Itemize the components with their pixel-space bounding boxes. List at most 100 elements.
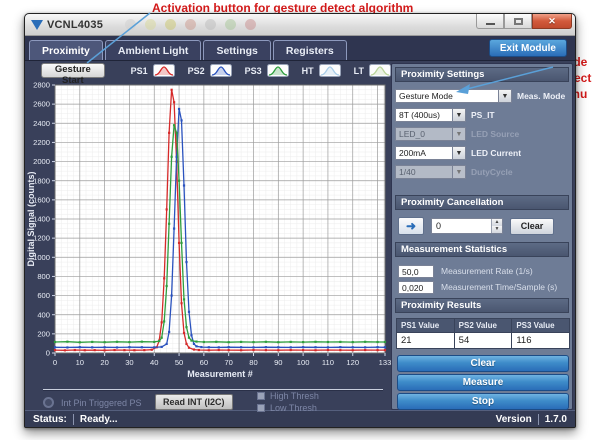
legend-label: PS2 [188,66,205,76]
window-controls: ✕ [476,14,572,29]
svg-text:60: 60 [200,358,208,367]
duty-cycle-row: 1/40▼ DutyCycle [395,162,571,181]
svg-text:50: 50 [175,358,183,367]
proximity-results-header: Proximity Results [395,298,569,313]
legend-label: HT [302,66,314,76]
clear-button[interactable]: Clear [397,355,569,372]
svg-text:40: 40 [150,358,158,367]
svg-text:100: 100 [297,358,310,367]
svg-text:0: 0 [53,358,57,367]
results-value-ps1: 21 [397,333,454,348]
cancellation-spinner[interactable]: 0 ▲▼ [431,218,503,234]
read-int-button[interactable]: Read INT (I2C) [155,394,233,410]
ps-it-label: PS_IT [471,110,495,120]
titlebar: VCNL4035 ✕ [25,14,575,36]
ps-it-dropdown-arrow-icon[interactable]: ▼ [453,108,466,122]
int-pin-triggered-label: Int Pin Triggered PS [61,398,142,408]
proximity-settings-rows: Gesture Mode▼Meas. Mode8T (400us)▼PS_ITL… [395,86,571,181]
svg-text:2400: 2400 [33,119,50,128]
led-source-dropdown-arrow-icon: ▼ [453,127,466,141]
svg-text:30: 30 [125,358,133,367]
legend-item-ps3: PS3 [245,64,289,77]
signal-chart: 0200400600800100012001400160018002000220… [25,79,393,383]
measurement-rate-value: 50,0 [398,265,434,278]
tab-bar: ProximityAmbient LightSettingsRegisters … [25,36,575,61]
cancellation-row: ➜ 0 ▲▼ Clear [398,216,554,236]
legend-item-lt: LT [354,64,391,77]
svg-text:80: 80 [249,358,257,367]
measurement-rate-label: Measurement Rate (1/s) [441,266,533,276]
minimize-button[interactable] [476,14,504,29]
maximize-button[interactable] [504,14,532,29]
svg-text:2800: 2800 [33,81,50,90]
proximity-cancellation-header: Proximity Cancellation [395,195,569,210]
legend-item-ht: HT [302,64,341,77]
tab-settings[interactable]: Settings [203,40,270,60]
low-thresh-label: Low Thresh [270,403,317,413]
high-thresh-row: High Thresh [257,391,319,401]
proximity-settings-header: Proximity Settings [395,67,569,82]
cancellation-clear-button[interactable]: Clear [510,218,554,235]
legend-label: LT [354,66,364,76]
legend-item-ps2: PS2 [188,64,232,77]
ps-it-select[interactable]: 8T (400us) [395,108,453,122]
threshold-checkboxes: High Thresh Low Thresh [257,391,319,413]
chart-zone: Gesture Start PS1PS2PS3HTLT 020040060080… [25,61,391,412]
measure-button[interactable]: Measure [397,374,569,391]
measurement-rate-row: 50,0 Measurement Rate (1/s) [398,263,570,279]
high-thresh-checkbox[interactable] [257,392,265,400]
meas-mode-label: Meas. Mode [517,91,565,101]
tab-registers[interactable]: Registers [273,40,347,60]
meas-mode-select[interactable]: Gesture Mode [395,89,499,103]
measurement-time-row: 0,020 Measurement Time/Sample (s) [398,279,570,295]
svg-text:10: 10 [76,358,84,367]
titlebar-ghost-icons [125,19,256,30]
led-current-dropdown-arrow-icon[interactable]: ▼ [453,146,466,160]
ps2-curve-icon [210,64,232,77]
legend-item-ps1: PS1 [131,64,175,77]
ps3-curve-icon [267,64,289,77]
svg-text:Measurement #: Measurement # [187,369,253,379]
svg-text:2200: 2200 [33,138,50,147]
gesture-start-button[interactable]: Gesture Start [41,63,105,78]
tab-ambient-light[interactable]: Ambient Light [105,40,202,60]
measurement-time-label: Measurement Time/Sample (s) [441,282,557,292]
ps-it-row: 8T (400us)▼ PS_IT [395,105,571,124]
results-header-ps2-value: PS2 Value [455,319,512,332]
version-label: Version [496,414,532,425]
status-value: Ready... [80,414,118,425]
duty-cycle-dropdown-arrow-icon: ▼ [453,165,466,179]
svg-text:2000: 2000 [33,157,50,166]
duty-cycle-select: 1/40 [395,165,453,179]
svg-text:70: 70 [224,358,232,367]
svg-text:200: 200 [37,329,50,338]
tab-proximity[interactable]: Proximity [29,40,103,60]
svg-text:20: 20 [100,358,108,367]
led-source-row: LED_0▼LED Source [395,124,571,143]
svg-text:Digital Signal (counts): Digital Signal (counts) [26,171,36,266]
svg-text:133: 133 [379,358,392,367]
divider [43,389,383,391]
write-cancellation-button[interactable]: ➜ [398,217,424,235]
version-value: 1.7.0 [545,414,567,425]
led-current-select[interactable]: 200mA [395,146,453,160]
close-button[interactable]: ✕ [532,14,572,29]
screenshot-canvas: Activation button for gesture detect alg… [0,0,600,440]
divider [538,414,539,425]
vishay-logo-icon [31,20,43,30]
spinner-arrows-icon[interactable]: ▲▼ [491,219,502,233]
stop-button[interactable]: Stop [397,393,569,410]
proximity-panel: Proximity Settings Gesture Mode▼Meas. Mo… [391,63,573,410]
divider [73,414,74,425]
duty-cycle-label: DutyCycle [471,167,513,177]
legend-label: PS1 [131,66,148,76]
svg-text:400: 400 [37,310,50,319]
exit-module-button[interactable]: Exit Module [489,39,567,57]
low-thresh-checkbox[interactable] [257,404,265,412]
svg-text:110: 110 [322,358,334,367]
measurement-time-value: 0,020 [398,281,434,294]
high-thresh-label: High Thresh [270,391,319,401]
meas-mode-dropdown-arrow-icon[interactable]: ▼ [499,89,512,103]
svg-text:0: 0 [46,349,50,358]
int-pin-triggered-radio[interactable] [43,397,54,408]
